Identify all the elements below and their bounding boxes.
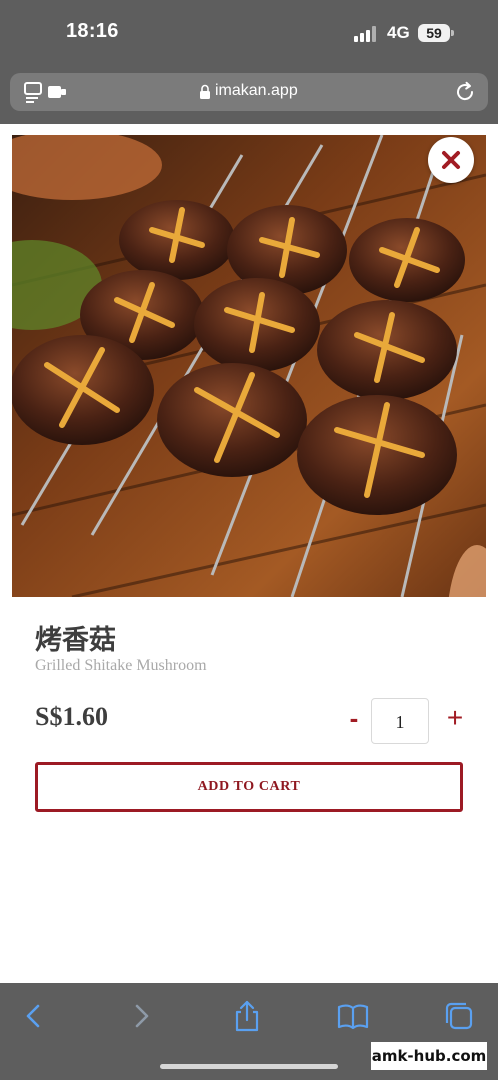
product-name-english: Grilled Shitake Mushroom: [35, 657, 207, 674]
back-icon[interactable]: [17, 999, 51, 1033]
product-name-chinese: 烤香菇: [35, 625, 116, 656]
product-price: S$1.60: [35, 702, 108, 731]
decrement-quantity-button[interactable]: -: [340, 702, 368, 734]
tabs-icon[interactable]: [442, 999, 476, 1033]
bookmarks-icon[interactable]: [336, 999, 370, 1033]
share-icon[interactable]: [230, 999, 264, 1033]
add-to-cart-button[interactable]: ADD TO CART: [35, 762, 463, 812]
battery-nub: [451, 30, 454, 36]
reload-icon[interactable]: [454, 81, 476, 103]
network-type: 4G: [387, 23, 410, 42]
home-indicator: [160, 1064, 338, 1069]
increment-quantity-button[interactable]: +: [441, 702, 469, 734]
forward-icon[interactable]: [124, 999, 158, 1033]
url-text[interactable]: imakan.app: [215, 82, 298, 100]
tabs-overview-icon[interactable]: [24, 81, 68, 103]
battery-icon: 59: [418, 24, 450, 42]
address-bar[interactable]: imakan.app: [10, 73, 488, 111]
quantity-input[interactable]: 1: [371, 698, 429, 744]
watermark: amk-hub.com: [371, 1042, 487, 1070]
product-image: [12, 135, 486, 597]
close-icon: [442, 151, 460, 169]
lock-icon: [199, 84, 211, 100]
status-time: 18:16: [66, 20, 119, 42]
close-button[interactable]: [428, 137, 474, 183]
browser-top-chrome: 18:16 4G 59 imakan.app: [0, 0, 498, 124]
cell-signal-icon: [354, 26, 378, 42]
status-bar: 18:16 4G 59: [0, 0, 498, 68]
